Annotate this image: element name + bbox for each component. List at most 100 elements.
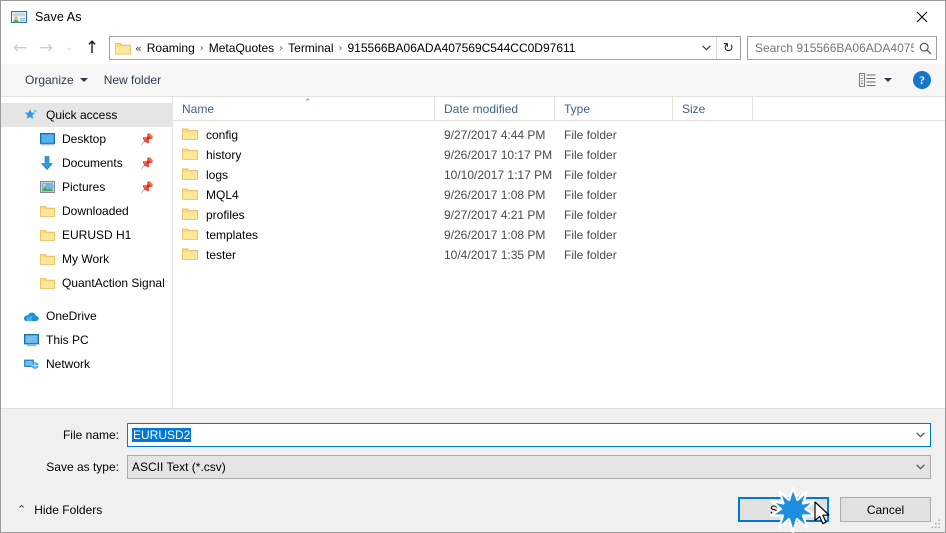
organize-button[interactable]: Organize xyxy=(17,69,96,91)
up-arrow-icon: ↑ xyxy=(84,37,100,58)
save-form: File name: EURUSD2 Save as type: ASCII T… xyxy=(1,409,945,487)
sidebar-item-my-work[interactable]: My Work xyxy=(1,247,172,271)
back-button[interactable]: ← xyxy=(7,35,33,61)
file-type-cell: File folder xyxy=(564,148,617,162)
title-bar: Save As xyxy=(1,1,945,32)
save-as-type-select[interactable]: ASCII Text (*.csv) xyxy=(127,455,931,479)
file-rows: config 9/27/2017 4:44 PM File folder his… xyxy=(173,121,945,408)
folder-icon xyxy=(39,251,55,267)
sidebar-item-this-pc[interactable]: This PC xyxy=(1,328,172,352)
file-name-cell: templates xyxy=(173,227,435,243)
forward-arrow-icon: → xyxy=(38,37,54,58)
command-toolbar: Organize New folder ? xyxy=(1,64,945,97)
folder-icon xyxy=(182,167,198,183)
folder-icon xyxy=(182,187,198,203)
column-header-size[interactable]: Size xyxy=(673,97,753,120)
column-header-label: Date modified xyxy=(444,101,519,116)
sidebar-item-label: OneDrive xyxy=(46,309,97,323)
resize-grip[interactable] xyxy=(930,518,942,530)
sort-ascending-icon: ⌃ xyxy=(304,98,312,108)
sidebar-item-downloaded[interactable]: Downloaded xyxy=(1,199,172,223)
sidebar-item-eurusd-h1[interactable]: EURUSD H1 xyxy=(1,223,172,247)
table-row[interactable]: history 9/26/2017 10:17 PM File folder xyxy=(173,145,945,165)
breadcrumb: « Roaming › MetaQuotes › Terminal › 9155… xyxy=(135,40,696,56)
file-date-cell: 9/27/2017 4:44 PM xyxy=(444,128,546,142)
dialog-body: Quick access Desktop 📌 Documents 📌 Pictu… xyxy=(1,97,945,409)
table-row[interactable]: profiles 9/27/2017 4:21 PM File folder xyxy=(173,205,945,225)
folder-icon xyxy=(39,275,55,291)
documents-download-icon xyxy=(39,155,55,171)
search-box[interactable]: Search 915566BA06ADA40756... xyxy=(747,36,937,60)
change-view-button[interactable] xyxy=(854,70,897,90)
close-icon xyxy=(916,11,928,22)
chevron-up-icon: ⌃ xyxy=(17,503,27,516)
star-pin-icon xyxy=(23,107,39,123)
file-name-label: tester xyxy=(206,248,237,262)
file-name-label: history xyxy=(206,148,242,162)
sidebar-item-documents[interactable]: Documents 📌 xyxy=(1,151,172,175)
cancel-button[interactable]: Cancel xyxy=(840,497,931,522)
back-arrow-icon: ← xyxy=(12,37,28,58)
new-folder-button[interactable]: New folder xyxy=(96,69,169,91)
file-list-pane: Name ⌃ Date modified Type Size config 9/… xyxy=(173,97,945,408)
file-name-input[interactable]: EURUSD2 xyxy=(127,423,931,447)
breadcrumb-item-terminal-id[interactable]: 915566BA06ADA407569C544CC0D97611 xyxy=(345,40,579,56)
sidebar-item-quantaction-signal[interactable]: QuantAction Signal xyxy=(1,271,172,295)
sidebar-item-network[interactable]: Network xyxy=(1,352,172,376)
help-label: ? xyxy=(919,72,925,87)
up-button[interactable]: ↑ xyxy=(79,35,105,61)
folder-icon xyxy=(39,203,55,219)
file-name-label: config xyxy=(206,128,239,142)
file-date-cell: 10/10/2017 1:17 PM xyxy=(444,168,553,182)
sidebar-item-quick-access[interactable]: Quick access xyxy=(1,103,172,127)
this-pc-monitor-icon xyxy=(23,332,39,348)
table-row[interactable]: MQL4 9/26/2017 1:08 PM File folder xyxy=(173,185,945,205)
sidebar-item-onedrive[interactable]: OneDrive xyxy=(1,304,172,328)
sidebar-item-desktop[interactable]: Desktop 📌 xyxy=(1,127,172,151)
sidebar-item-label: EURUSD H1 xyxy=(62,228,132,242)
table-row[interactable]: templates 9/26/2017 1:08 PM File folder xyxy=(173,225,945,245)
forward-button[interactable]: → xyxy=(33,35,59,61)
sidebar-item-pictures[interactable]: Pictures 📌 xyxy=(1,175,172,199)
hide-folders-label: Hide Folders xyxy=(34,502,103,517)
folder-icon xyxy=(182,247,198,263)
breadcrumb-item-roaming[interactable]: Roaming xyxy=(144,40,198,56)
file-date-cell: 9/27/2017 4:21 PM xyxy=(444,208,546,222)
column-header-label: Size xyxy=(682,101,706,116)
column-header-type[interactable]: Type xyxy=(555,97,673,120)
folder-icon xyxy=(115,41,131,55)
hide-folders-button[interactable]: ⌃ Hide Folders xyxy=(11,499,108,521)
breadcrumb-overflow-icon[interactable]: « xyxy=(135,42,144,55)
address-dropdown-button[interactable] xyxy=(696,37,716,59)
close-button[interactable] xyxy=(899,1,945,32)
address-bar[interactable]: « Roaming › MetaQuotes › Terminal › 9155… xyxy=(109,36,741,60)
column-header-name[interactable]: Name ⌃ xyxy=(173,97,435,120)
recent-locations-button[interactable]: ⌄ xyxy=(59,35,79,61)
file-name-label: File name: xyxy=(62,428,119,442)
desktop-icon xyxy=(39,131,55,147)
table-row[interactable]: tester 10/4/2017 1:35 PM File folder xyxy=(173,245,945,265)
table-row[interactable]: config 9/27/2017 4:44 PM File folder xyxy=(173,125,945,145)
sidebar-item-label: Quick access xyxy=(46,108,118,122)
sidebar-item-label: Documents xyxy=(62,156,123,170)
refresh-icon: ↻ xyxy=(723,40,734,56)
breadcrumb-item-terminal[interactable]: Terminal xyxy=(285,40,336,56)
onedrive-cloud-icon xyxy=(23,308,39,324)
refresh-button[interactable]: ↻ xyxy=(716,37,740,59)
sidebar-item-label: My Work xyxy=(62,252,110,266)
folder-icon xyxy=(182,227,198,243)
save-button[interactable]: Save xyxy=(738,497,829,522)
organize-label: Organize xyxy=(25,73,74,87)
column-header-date-modified[interactable]: Date modified xyxy=(435,97,555,120)
file-date-cell: 9/26/2017 1:08 PM xyxy=(444,228,546,242)
help-icon[interactable]: ? xyxy=(913,71,931,89)
file-name-dropdown-button[interactable] xyxy=(910,432,930,438)
breadcrumb-item-metaquotes[interactable]: MetaQuotes xyxy=(206,40,277,56)
save-as-type-dropdown-button[interactable] xyxy=(910,464,930,470)
file-name-label: MQL4 xyxy=(206,188,239,202)
search-input[interactable]: Search 915566BA06ADA40756... xyxy=(748,41,914,55)
sidebar-item-label: This PC xyxy=(46,333,89,347)
search-icon xyxy=(914,42,936,55)
pin-icon: 📌 xyxy=(140,132,154,146)
table-row[interactable]: logs 10/10/2017 1:17 PM File folder xyxy=(173,165,945,185)
